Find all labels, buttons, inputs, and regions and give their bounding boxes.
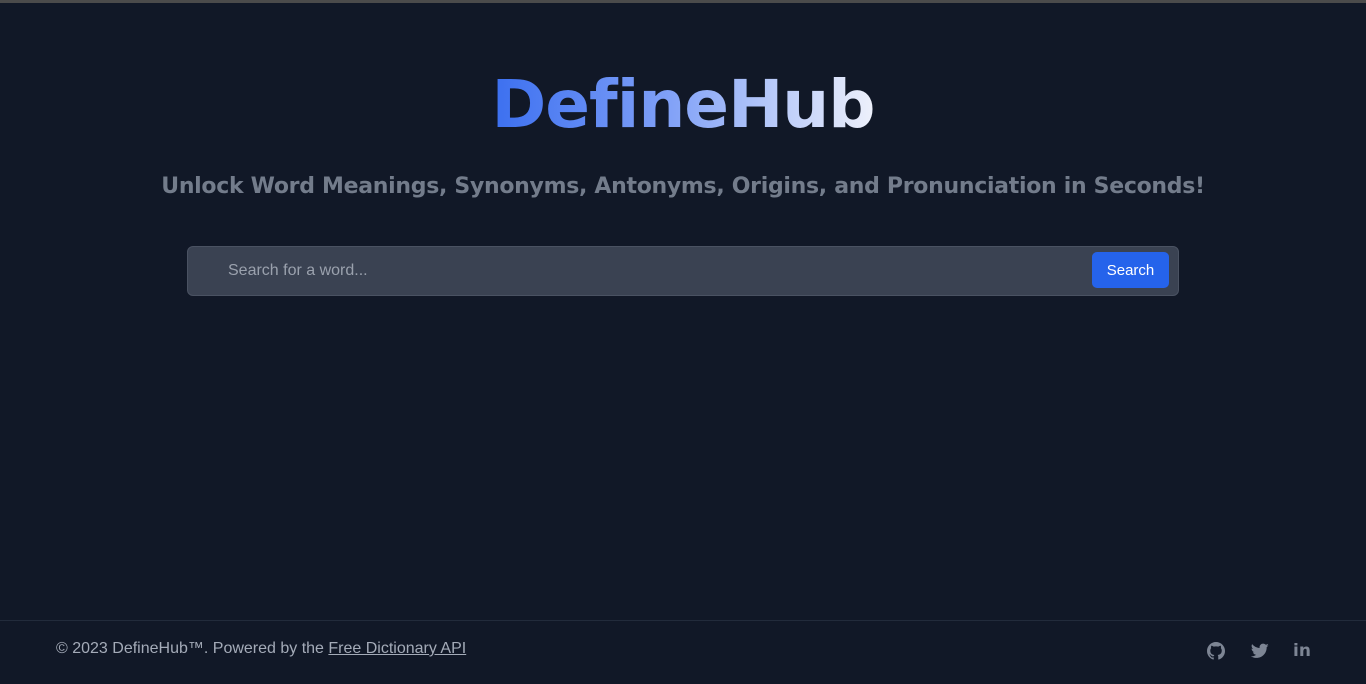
tagline: Unlock Word Meanings, Synonyms, Antonyms… xyxy=(161,174,1205,199)
search-button[interactable]: Search xyxy=(1092,252,1169,288)
copyright-text: © 2023 DefineHub™. Powered by the xyxy=(56,640,329,657)
footer-credits: © 2023 DefineHub™. Powered by the Free D… xyxy=(56,640,466,658)
github-link[interactable] xyxy=(1206,641,1226,661)
free-dictionary-api-link[interactable]: Free Dictionary API xyxy=(328,640,466,657)
github-icon xyxy=(1207,642,1225,660)
search-input[interactable] xyxy=(228,255,1078,287)
twitter-icon xyxy=(1251,643,1269,659)
footer: © 2023 DefineHub™. Powered by the Free D… xyxy=(0,620,1366,684)
twitter-link[interactable] xyxy=(1250,641,1270,661)
brand-logo-text: DefineHub xyxy=(491,66,875,143)
linkedin-icon: in xyxy=(1293,641,1311,661)
page: DefineHub Unlock Word Meanings, Synonyms… xyxy=(0,0,1366,684)
search-bar: Search xyxy=(187,246,1179,296)
brand-logo: DefineHub xyxy=(0,65,1366,145)
linkedin-link[interactable]: in xyxy=(1292,641,1312,661)
